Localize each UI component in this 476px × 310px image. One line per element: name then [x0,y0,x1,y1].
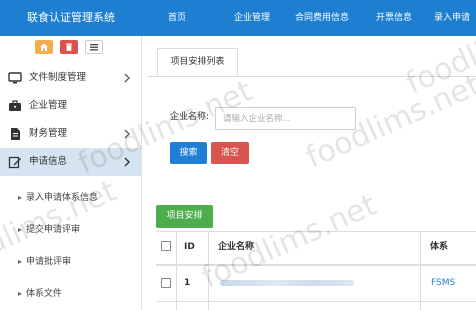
row-company-name[interactable] [220,280,354,286]
row-checkbox[interactable] [161,278,171,288]
document-icon [11,128,20,140]
table-column-divider [208,231,209,310]
column-header-id[interactable]: ID [184,240,195,254]
sidebar-subitem-label: 录入申请体系信息 [26,193,99,203]
sidebar-subitem-label: 提交申请评审 [26,225,81,235]
nav-item-invoice[interactable]: 开票信息 [376,0,412,36]
bullet-icon: ▸ [18,193,23,202]
select-all-checkbox[interactable] [161,241,171,251]
trash-icon [66,43,72,51]
bullet-icon: ▸ [18,257,23,266]
clear-button[interactable]: 清空 [211,142,249,164]
sidebar-item-finance[interactable]: 财务管理 [0,120,141,148]
list-tool-button[interactable] [85,40,103,54]
sidebar-item-label: 财务管理 [29,128,68,139]
table-column-divider [420,231,421,310]
sidebar-item-document-policy[interactable]: 文件制度管理 [0,64,141,92]
home-icon [40,43,48,51]
edit-icon [8,156,21,169]
tab-project-arrangement-list[interactable]: 项目安排列表 [157,48,238,76]
sidebar-subitem-enter-system-info[interactable]: ▸ 录入申请体系信息 [0,184,141,212]
sidebar-item-label: 企业管理 [29,100,68,111]
sidebar: 文件制度管理 企业管理 财务管理 申请信息 ▸ 录入申请体系信息 ▸ 提交申请评… [0,36,142,310]
sidebar-subitem-system-documents[interactable]: ▸ 体系文件 [0,280,141,308]
nav-item-enterprise[interactable]: 企业管理 [234,0,270,36]
sidebar-item-label: 文件制度管理 [29,72,87,83]
company-name-input[interactable] [215,107,356,130]
bullet-icon: ▸ [18,225,23,234]
search-button[interactable]: 搜索 [170,142,207,164]
sidebar-item-enterprise[interactable]: 企业管理 [0,92,141,120]
sidebar-subitem-label: 申请批评审 [26,257,72,267]
sidebar-subitem-submit-review[interactable]: ▸ 提交申请评审 [0,216,141,244]
nav-item-home[interactable]: 首页 [168,0,186,36]
project-arrange-button[interactable]: 项目安排 [156,205,213,228]
nav-item-application-entry[interactable]: 录入申请 [434,0,470,36]
table-row-border [156,301,476,302]
home-tool-button[interactable] [35,40,53,54]
sidebar-subitem-approval-review[interactable]: ▸ 申请批评审 [0,248,141,276]
row-system-link[interactable]: FSMS [431,276,455,290]
column-header-company-name[interactable]: 企业名称 [218,240,254,254]
chevron-right-icon [124,129,130,139]
chevron-right-icon [124,157,130,167]
table-header-border [156,264,476,266]
chevron-right-icon [124,73,130,83]
briefcase-icon [9,100,21,111]
column-header-system[interactable]: 体系 [430,240,448,254]
company-name-label: 企业名称: [170,112,210,122]
sidebar-item-label: 申请信息 [29,156,68,167]
delete-tool-button[interactable] [60,40,78,54]
sidebar-subitem-label: 体系文件 [26,289,63,299]
monitor-icon [8,72,22,84]
list-icon [90,44,98,51]
table-column-divider [176,231,177,310]
app-title: 联食认证管理系统 [27,11,115,24]
tab-bar-divider [147,76,476,77]
bullet-icon: ▸ [18,289,23,298]
nav-item-contract-fees[interactable]: 合同费用信息 [295,0,349,36]
row-id: 1 [184,278,191,288]
sidebar-item-application-info[interactable]: 申请信息 [0,148,141,176]
table-top-border [156,231,476,232]
top-navbar: 联食认证管理系统 首页 企业管理 合同费用信息 开票信息 录入申请 [0,0,476,36]
